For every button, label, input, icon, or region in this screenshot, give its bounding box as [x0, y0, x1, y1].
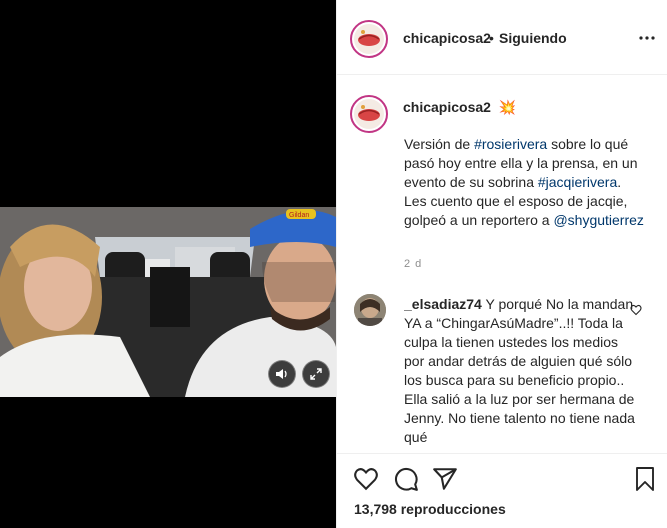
- hashtag-link[interactable]: #jacqierivera: [538, 174, 617, 190]
- follow-status-button[interactable]: Siguiendo: [499, 30, 567, 46]
- comment-icon: [395, 468, 418, 491]
- comment-like-button[interactable]: [630, 303, 644, 317]
- author-avatar[interactable]: [350, 20, 388, 58]
- comment-button[interactable]: [393, 466, 419, 492]
- fullscreen-icon: [310, 368, 322, 380]
- avatar-image: [354, 99, 384, 129]
- comment-item: _elsadiaz74 Y porqué No la mandan YA a “…: [404, 295, 636, 455]
- volume-icon: [276, 369, 287, 379]
- more-options-button[interactable]: [637, 31, 657, 45]
- more-horizontal-icon: [639, 36, 655, 40]
- bookmark-icon: [636, 467, 654, 491]
- fullscreen-button[interactable]: [302, 360, 330, 388]
- volume-button[interactable]: [268, 360, 296, 388]
- action-bar: 13,798 reproducciones: [337, 453, 667, 528]
- comment-text: Y porqué No la mandan YA a “ChingarAsúMa…: [404, 296, 635, 445]
- view-count[interactable]: 13,798 reproducciones: [354, 501, 506, 517]
- caption-text: Versión de #rosierivera sobre lo qué pas…: [404, 135, 644, 230]
- save-button[interactable]: [633, 466, 657, 492]
- commenter-avatar[interactable]: [354, 294, 386, 326]
- explosion-emoji: 💥: [498, 99, 517, 115]
- like-button[interactable]: [353, 466, 379, 492]
- share-button[interactable]: [432, 466, 458, 492]
- caption-timestamp[interactable]: 2 d: [404, 258, 422, 270]
- mention-link[interactable]: @shygutierrez: [553, 212, 643, 228]
- cap-logo-text: Gildan: [289, 212, 309, 219]
- caption-header: chicapicosa2 💥: [403, 99, 516, 116]
- avatar-image: [354, 24, 384, 54]
- video-player[interactable]: Gildan: [0, 207, 336, 397]
- hashtag-link[interactable]: #rosierivera: [474, 136, 547, 152]
- caption-username[interactable]: chicapicosa2: [403, 99, 491, 115]
- heart-icon: [630, 304, 642, 316]
- caption-avatar[interactable]: [350, 95, 388, 133]
- post-media: Gildan: [0, 0, 336, 528]
- author-username[interactable]: chicapicosa2: [403, 30, 491, 46]
- share-icon: [433, 468, 457, 490]
- avatar-image: [354, 294, 386, 326]
- heart-icon: [354, 468, 378, 491]
- header-separator: •: [489, 30, 494, 46]
- commenter-username[interactable]: _elsadiaz74: [404, 296, 482, 312]
- post-panel: chicapicosa2 • Siguiendo chicapicosa2 💥 …: [336, 0, 667, 528]
- post-header: chicapicosa2 • Siguiendo: [337, 0, 667, 75]
- caption-text-part: Versión de: [404, 136, 475, 152]
